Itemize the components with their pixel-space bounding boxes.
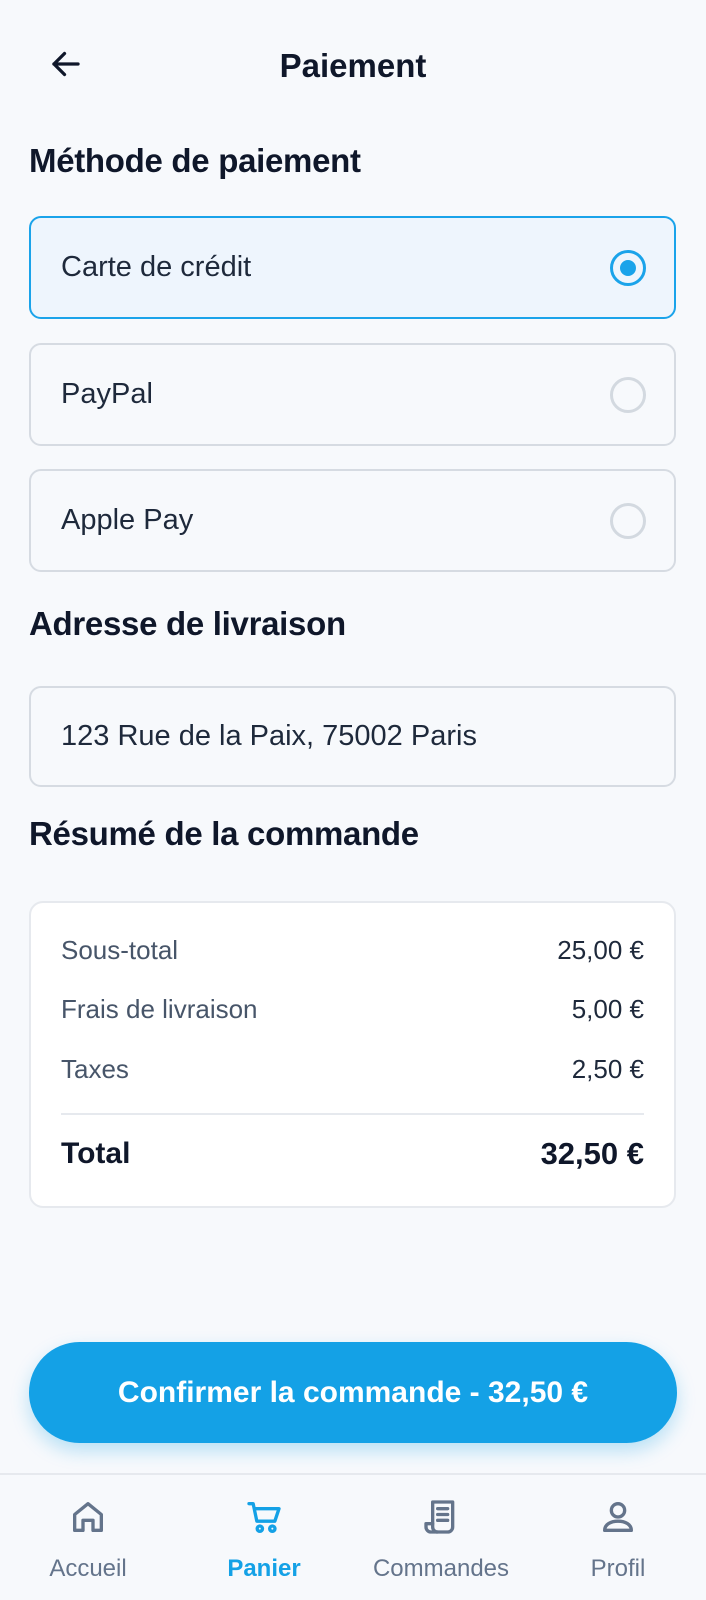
summary-label: Sous-total (61, 935, 179, 965)
summary-row-total: Total 32,50 € (61, 1136, 644, 1172)
summary-label: Frais de livraison (61, 994, 258, 1024)
summary-label: Taxes (61, 1054, 129, 1084)
bottom-navigation: Accueil Panier Commandes Profil (0, 1473, 706, 1600)
nav-label: Commandes (372, 1555, 510, 1582)
payment-option-paypal[interactable]: PayPal (29, 343, 676, 446)
nav-item-accueil[interactable]: Accueil (0, 1475, 176, 1600)
receipt-icon (421, 1497, 461, 1537)
payment-option-credit-card[interactable]: Carte de crédit (29, 216, 676, 319)
payment-option-label: Apple Pay (61, 504, 194, 536)
shipping-address-heading: Adresse de livraison (29, 605, 346, 642)
cart-icon (244, 1497, 284, 1537)
user-icon (598, 1497, 638, 1537)
radio-unselected-icon[interactable] (610, 376, 646, 413)
order-summary-card: Sous-total 25,00 € Frais de livraison 5,… (29, 901, 676, 1208)
summary-value: 5,00 € (571, 994, 644, 1024)
radio-unselected-icon[interactable] (610, 502, 646, 539)
summary-row-shipping-fee: Frais de livraison 5,00 € (61, 994, 644, 1025)
summary-divider (61, 1113, 644, 1115)
total-value: 32,50 € (540, 1136, 644, 1171)
nav-item-profil[interactable]: Profil (530, 1475, 706, 1600)
nav-label: Panier (227, 1555, 301, 1582)
summary-value: 25,00 € (557, 935, 644, 965)
nav-label: Accueil (49, 1555, 127, 1582)
nav-item-commandes[interactable]: Commandes (353, 1475, 529, 1600)
address-field[interactable]: 123 Rue de la Paix, 75002 Paris (29, 686, 676, 787)
payment-method-heading: Méthode de paiement (29, 142, 361, 179)
address-value: 123 Rue de la Paix, 75002 Paris (61, 720, 477, 752)
summary-value: 2,50 € (571, 1054, 644, 1084)
summary-row-subtotal: Sous-total 25,00 € (61, 935, 644, 966)
summary-row-taxes: Taxes 2,50 € (61, 1054, 644, 1085)
nav-label: Profil (590, 1555, 646, 1582)
confirm-order-button[interactable]: Confirmer la commande - 32,50 € (29, 1342, 677, 1443)
radio-selected-icon[interactable] (610, 249, 646, 286)
payment-option-label: PayPal (61, 378, 153, 410)
nav-item-panier[interactable]: Panier (176, 1475, 352, 1600)
payment-option-apple-pay[interactable]: Apple Pay (29, 469, 676, 572)
order-summary-heading: Résumé de la commande (29, 815, 419, 852)
payment-option-label: Carte de crédit (61, 251, 252, 283)
page-title: Paiement (279, 47, 427, 84)
home-icon (68, 1497, 108, 1537)
total-label: Total (61, 1137, 131, 1170)
